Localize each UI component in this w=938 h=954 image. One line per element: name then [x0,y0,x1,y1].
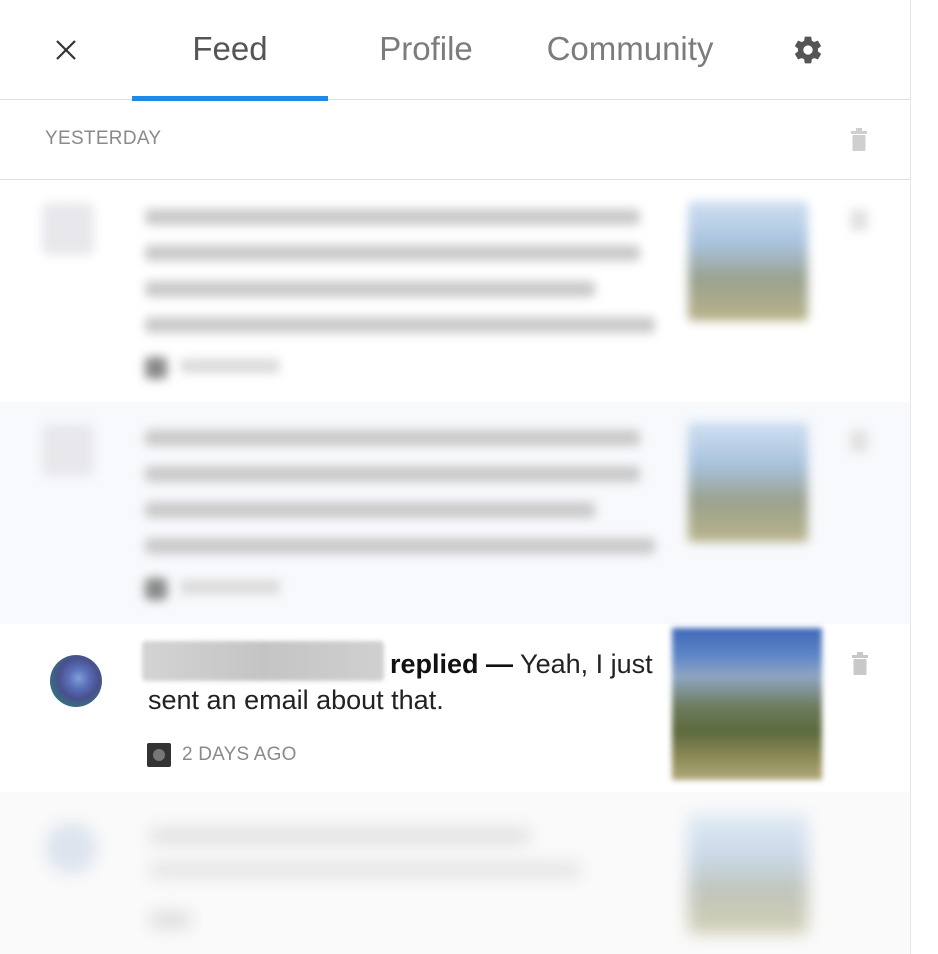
delete-notification-button[interactable] [850,652,870,676]
list-item[interactable] [0,792,910,954]
clear-section-button[interactable] [849,128,869,152]
header: Feed Profile Community [0,0,910,101]
notification-action: replied — [390,649,514,679]
trash-icon [851,128,867,151]
thumbnail-image[interactable] [672,628,822,780]
avatar[interactable] [50,655,102,707]
close-button[interactable] [48,32,84,68]
tab-feed[interactable]: Feed [132,24,328,74]
tab-community[interactable]: Community [528,24,732,74]
close-icon [56,40,76,60]
settings-button[interactable] [792,34,824,66]
trash-icon [852,652,868,675]
list-item[interactable] [0,402,910,624]
gear-icon [795,36,821,64]
timestamp: 2 DAYS AGO [182,744,297,765]
list-item[interactable] [0,181,910,401]
notifications-panel: Feed Profile Community YESTERDAY replied… [0,0,910,954]
scrollbar-track[interactable] [910,0,938,954]
section-label: YESTERDAY [45,128,162,149]
section-header: YESTERDAY [0,100,910,180]
source-app-icon [147,743,171,767]
notification-text: replied — Yeah, I just sent an email abo… [148,646,678,718]
tab-profile[interactable]: Profile [352,24,500,74]
